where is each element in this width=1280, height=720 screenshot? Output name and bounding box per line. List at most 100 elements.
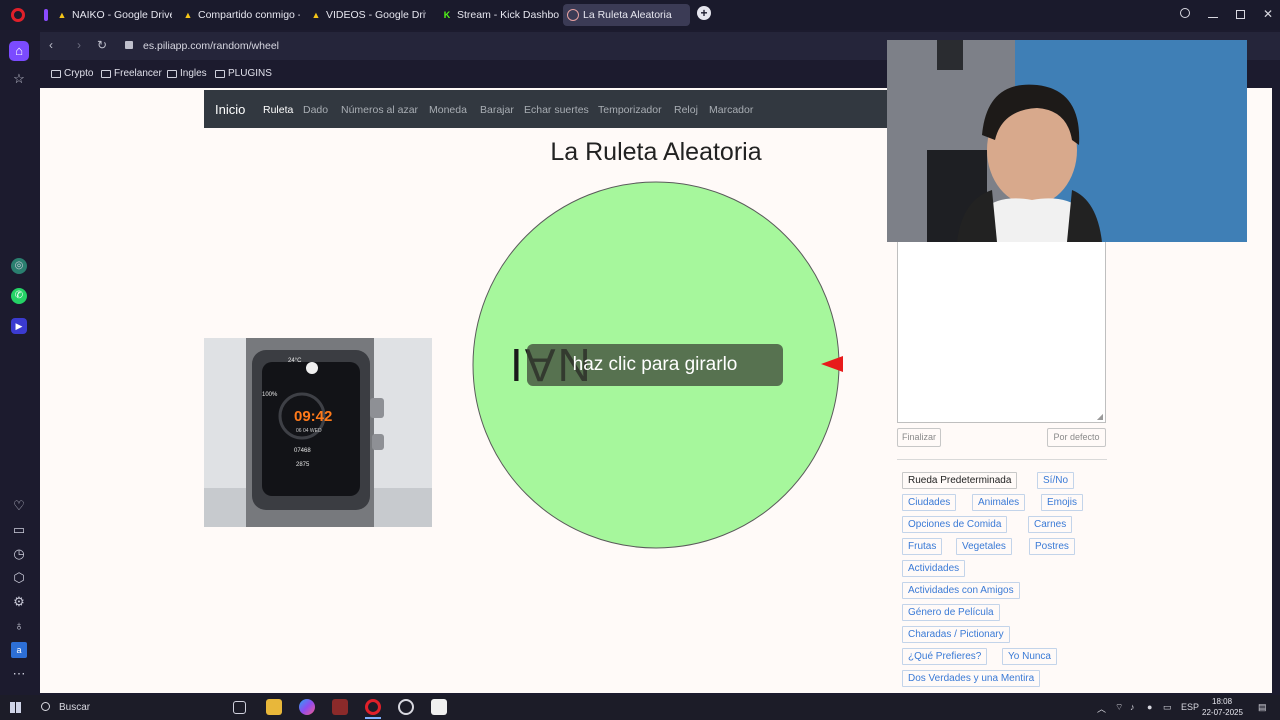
notifications-icon[interactable]: ▤ [1258, 702, 1267, 713]
preset-genero-pelicula[interactable]: Género de Película [902, 604, 1000, 621]
more-dots-icon[interactable]: ⋯ [11, 666, 27, 682]
tab-label: La Ruleta Aleatoria [583, 9, 672, 21]
preset-rueda-predeterminada[interactable]: Rueda Predeterminada [902, 472, 1018, 489]
drive-icon: ▲ [311, 10, 321, 20]
obs-icon[interactable] [398, 699, 414, 715]
resize-handle-icon[interactable]: ◢ [1097, 412, 1103, 421]
bulb-icon[interactable]: ♁ [11, 618, 27, 634]
volume-icon[interactable]: ♪ [1130, 702, 1135, 712]
wheel-options-textarea[interactable]: ◢ [897, 240, 1106, 423]
extensions-icon[interactable]: ⬡ [11, 570, 27, 586]
nav-marcador[interactable]: Marcador [709, 104, 753, 116]
nav-moneda[interactable]: Moneda [429, 104, 467, 116]
windows-start-icon[interactable] [10, 702, 21, 713]
copilot-icon[interactable] [299, 699, 315, 715]
nav-barajar[interactable]: Barajar [480, 104, 514, 116]
tab-compartido-drive[interactable]: ▲ Compartido conmigo - Go [178, 4, 300, 26]
search-tabs-icon[interactable] [1180, 8, 1190, 18]
preset-charadas[interactable]: Charadas / Pictionary [902, 626, 1010, 643]
lock-icon [125, 41, 133, 49]
preset-si-no[interactable]: Sí/No [1037, 472, 1075, 489]
preset-actividades-amigos[interactable]: Actividades con Amigos [902, 582, 1020, 599]
preset-emojis[interactable]: Emojis [1041, 494, 1084, 511]
opera-logo-icon[interactable] [11, 8, 25, 22]
preset-actividades[interactable]: Actividades [902, 560, 966, 577]
nav-echar-suertes[interactable]: Echar suertes [524, 104, 589, 116]
preset-vegetales[interactable]: Vegetales [956, 538, 1012, 555]
preset-animales[interactable]: Animales [972, 494, 1026, 511]
star-icon[interactable]: ☆ [11, 71, 27, 87]
search-icon[interactable] [41, 702, 50, 711]
spin-hint-button[interactable]: haz clic para girarlo [527, 344, 783, 386]
folder-icon [51, 69, 61, 78]
mic-icon[interactable]: ● [1147, 702, 1152, 712]
forward-icon[interactable]: › [77, 38, 81, 52]
task-view-icon[interactable] [233, 701, 246, 714]
folder-icon [167, 69, 177, 78]
minimize-icon[interactable] [1208, 17, 1218, 18]
finalize-button[interactable]: Finalizar [897, 428, 941, 447]
taskbar-search-label[interactable]: Buscar [59, 702, 90, 713]
preset-dos-verdades[interactable]: Dos Verdades y una Mentira [902, 670, 1041, 687]
default-button[interactable]: Por defecto [1047, 428, 1106, 447]
tab-videos-drive[interactable]: ▲ VIDEOS - Google Drive [306, 4, 426, 26]
bookmark-plugins[interactable]: PLUGINS [215, 68, 272, 79]
bookmark-label: PLUGINS [228, 68, 272, 79]
ad-smartwatch-image[interactable]: 24°C 100% 09:42 06 04 WED 07468 2875 [204, 338, 432, 527]
wheel-pointer-arrow [821, 356, 843, 372]
wifi-icon[interactable]: ⌔ [1115, 702, 1123, 713]
preset-ciudades[interactable]: Ciudades [902, 494, 957, 511]
tab-ruleta-aleatoria[interactable]: La Ruleta Aleatoria [563, 4, 690, 26]
bookmark-label: Crypto [64, 68, 94, 79]
capcut-icon[interactable] [431, 699, 447, 715]
bookmark-label: Freelancer [114, 68, 162, 79]
preset-yo-nunca[interactable]: Yo Nunca [1002, 648, 1057, 665]
tabs-icon[interactable]: ▭ [11, 522, 27, 538]
restore-icon[interactable] [1236, 10, 1245, 19]
bookmark-ingles[interactable]: Ingles [167, 68, 207, 79]
language-indicator[interactable]: ESP [1181, 702, 1199, 712]
nav-temporizador[interactable]: Temporizador [598, 104, 662, 116]
home-icon[interactable]: ⌂ [9, 41, 29, 61]
clock-date[interactable]: 22-07-2025 [1202, 708, 1243, 717]
heart-icon[interactable]: ♡ [11, 498, 27, 514]
tab-list-icon[interactable] [44, 9, 48, 21]
tab-kick-dashboard[interactable]: K Stream - Kick Dashboard [437, 4, 559, 26]
browser-sidebar: ⌂ ☆ ◎ ✆ ▶ ♡ ▭ ◷ ⬡ ⚙ ♁ a ⋯ [0, 30, 38, 695]
close-icon[interactable]: ✕ [1263, 7, 1273, 21]
bookmark-freelancer[interactable]: Freelancer [101, 68, 162, 79]
nav-reloj[interactable]: Reloj [674, 104, 698, 116]
webcam-feed-image [887, 40, 1247, 242]
bookmark-crypto[interactable]: Crypto [51, 68, 93, 79]
tab-label: NAIKO - Google Drive [72, 9, 172, 21]
preset-frutas[interactable]: Frutas [902, 538, 943, 555]
clock-time[interactable]: 18:08 [1212, 697, 1232, 706]
display-icon[interactable]: ▭ [1163, 702, 1172, 713]
opera-taskbar-icon[interactable] [365, 699, 381, 715]
preset-que-prefieres[interactable]: ¿Qué Prefieres? [902, 648, 988, 665]
tray-chevron-icon[interactable]: ︿ [1097, 702, 1106, 715]
nav-dado[interactable]: Dado [303, 104, 328, 116]
drive-icon: ▲ [57, 10, 67, 20]
player-icon[interactable]: ▶ [11, 318, 27, 334]
preset-postres[interactable]: Postres [1029, 538, 1075, 555]
preset-opciones-comida[interactable]: Opciones de Comida [902, 516, 1008, 533]
url-field[interactable]: es.piliapp.com/random/wheel [143, 40, 279, 52]
app-icon[interactable]: a [11, 642, 27, 658]
history-icon[interactable]: ◷ [11, 546, 27, 562]
tab-naiko-drive[interactable]: ▲ NAIKO - Google Drive [52, 4, 172, 26]
drive-icon: ▲ [183, 10, 193, 20]
settings-gear-icon[interactable]: ⚙ [11, 594, 27, 610]
nav-brand[interactable]: Inicio [215, 102, 245, 117]
tab-label: Stream - Kick Dashboard [457, 9, 559, 21]
new-tab-button[interactable]: + [697, 6, 711, 20]
whatsapp-icon[interactable]: ✆ [11, 288, 27, 304]
back-icon[interactable]: ‹ [49, 38, 53, 52]
preset-carnes[interactable]: Carnes [1028, 516, 1073, 533]
app-icon[interactable] [332, 699, 348, 715]
nav-numeros[interactable]: Números al azar [341, 104, 418, 116]
chatgpt-icon[interactable]: ◎ [11, 258, 27, 274]
file-explorer-icon[interactable] [266, 699, 282, 715]
nav-ruleta[interactable]: Ruleta [263, 104, 293, 116]
reload-icon[interactable]: ↻ [97, 38, 107, 52]
